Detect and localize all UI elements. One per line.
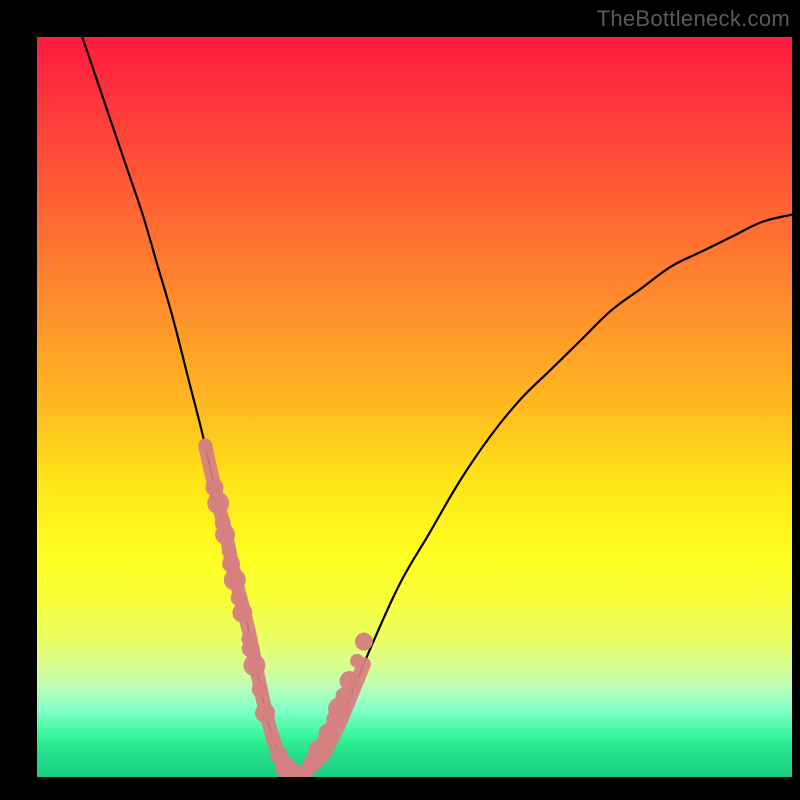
bottleneck-curve <box>82 37 792 777</box>
marker-band <box>205 447 364 777</box>
marker-dot <box>215 525 235 545</box>
marker-dot <box>266 731 280 745</box>
marker-dot <box>224 569 246 591</box>
marker-dot <box>350 654 364 668</box>
marker-dot <box>252 682 268 698</box>
chart-svg <box>37 37 792 777</box>
marker-dot <box>232 603 252 623</box>
marker-dot <box>243 654 265 676</box>
marker-dot <box>355 633 373 651</box>
marker-dot <box>340 671 360 691</box>
watermark-text: TheBottleneck.com <box>597 6 790 32</box>
plot-area <box>37 37 792 777</box>
marker-dot <box>207 492 229 514</box>
chart-stage: TheBottleneck.com <box>0 0 800 800</box>
marker-dot <box>198 438 212 452</box>
marker-dot <box>255 703 275 723</box>
